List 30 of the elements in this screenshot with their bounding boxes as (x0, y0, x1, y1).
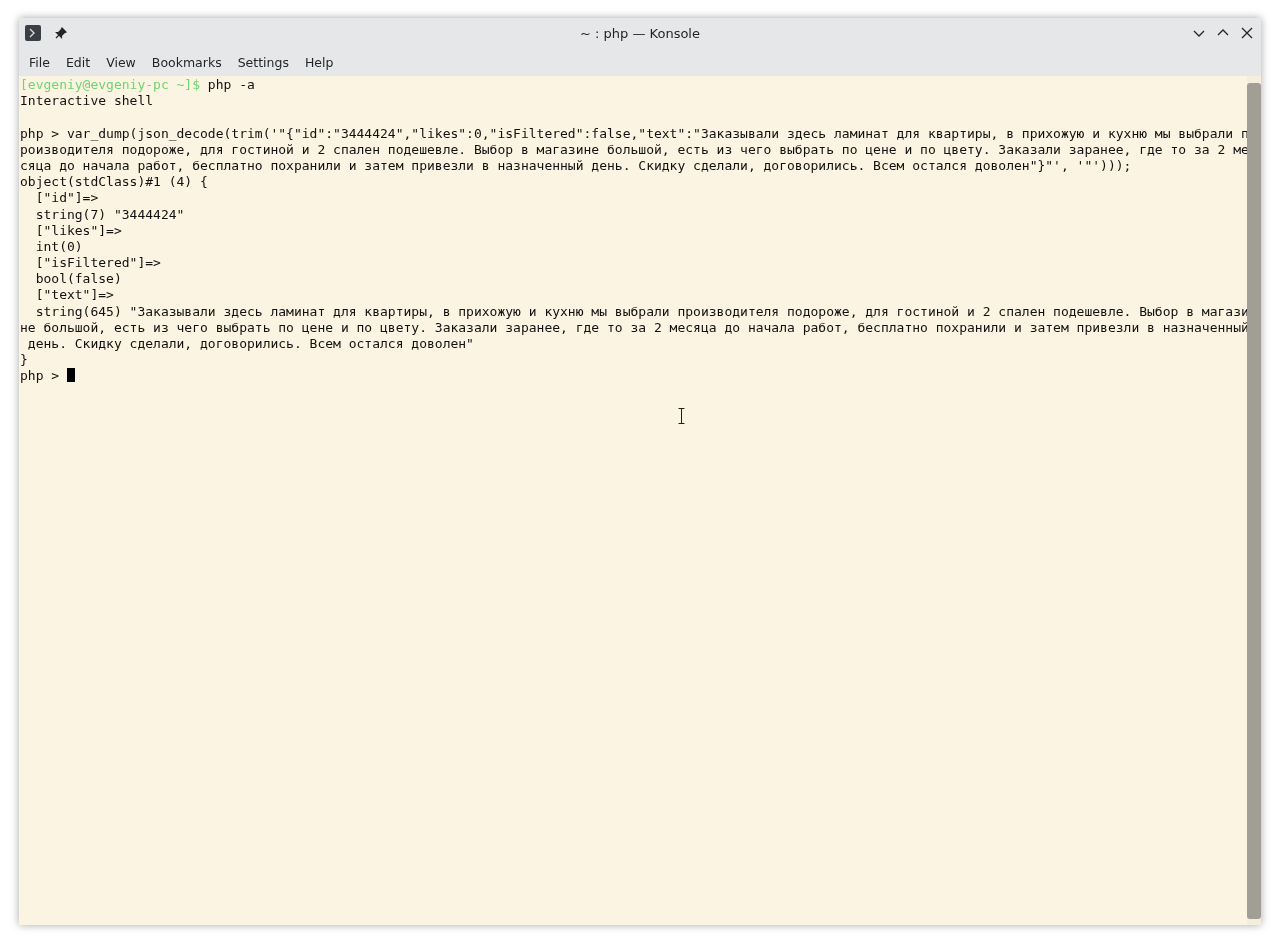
terminal-icon (25, 25, 41, 41)
php-prompt: php > (20, 368, 60, 384)
output-line: Interactive shell (20, 93, 154, 109)
output-line: ["isFiltered"]=> (34, 255, 161, 271)
output-line: ["text"]=> (34, 287, 114, 303)
output-line: bool(false) (34, 271, 122, 287)
output-line: object(stdClass)#1 (4) { (20, 174, 208, 190)
menu-item[interactable]: Edit (57, 54, 99, 70)
output-line: ["id"]=> (34, 190, 99, 206)
pin-icon[interactable] (55, 27, 67, 39)
mouse-ibeam-icon (678, 408, 685, 424)
output-line: int(0) (34, 238, 83, 254)
window-title: ~ : php — Konsole (580, 25, 700, 41)
command-text: php -a (207, 77, 255, 92)
menu-item[interactable]: View (98, 54, 144, 70)
output-line: } (20, 352, 28, 368)
menu-item[interactable]: Help (296, 54, 342, 70)
output-line: день. Скидку сделали, договорились. Всем остался доволен" (26, 336, 474, 351)
output-line: ["likes"]=> (34, 222, 122, 238)
output-line: string(645) "Заказывали здесь ламинат для квартиры, в прихожую и кухню мы выбрали производителя подороже, для гостиной и 2 спален подешевле. Выбор в магази (34, 303, 1247, 319)
menu-item[interactable]: Bookmarks (143, 54, 230, 70)
menu-item[interactable]: Settings (229, 54, 297, 70)
shell-prompt: [evgeniy@evgeniy-pc ~]$ (20, 77, 200, 92)
scrollbar[interactable] (1247, 76, 1261, 925)
menu-item[interactable]: File (21, 54, 58, 70)
output-line: не большой, есть из чего выбрать по цене и по цвету. Заказали заранее, где то за 2 месяца до начала работ, бесплатно похранили и затем привезли в назначенный (20, 319, 1247, 335)
output-line: php > var_dump(json_decode(trim('"{"id":"3444424","likes":0,"isFiltered":false,"text":"Заказывали здесь ламинат для квартиры, в прихожую и кухню мы выбрали п (20, 125, 1247, 141)
output-line: string(7) "3444424" (34, 206, 185, 222)
output-line: сяца до начала работ, бесплатно похранили и затем привезли в назначенный день. Скидку сделали, договорились. Всем остался доволен"}"', '"'))); (20, 157, 1132, 173)
close-icon[interactable] (1240, 26, 1254, 40)
